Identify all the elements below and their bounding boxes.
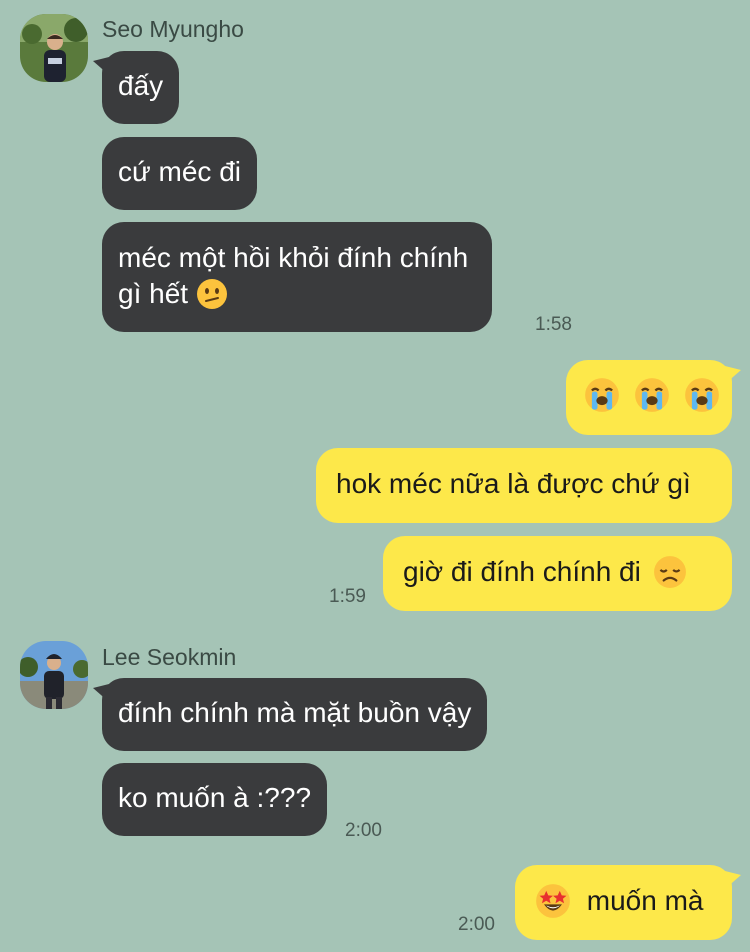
timestamp: 1:58	[535, 314, 572, 335]
message-text: giờ đi đính chính đi	[403, 556, 641, 587]
message-bubble[interactable]: hok méc nữa là được chứ gì	[316, 448, 732, 523]
message-text: méc một hồi khỏi đính chính	[118, 242, 469, 273]
timestamp: 2:00	[345, 820, 382, 841]
message-text: muốn mà	[586, 885, 704, 916]
message-text: hok méc nữa là được chứ gì	[336, 468, 691, 499]
avatar-lee-seokmin[interactable]	[20, 641, 88, 709]
message-bubble[interactable]: cứ méc đi	[102, 137, 257, 210]
loudly-crying-face-icon	[684, 377, 720, 413]
message-text: ko muốn à :???	[118, 782, 312, 813]
message-bubble[interactable]: đính chính mà mặt buồn vậy	[92, 678, 488, 751]
message-bubble[interactable]: muốn mà	[515, 865, 741, 940]
sender-name: Seo Myungho	[102, 16, 244, 42]
message-bubble[interactable]: ko muốn à :???	[102, 763, 328, 836]
message-bubble[interactable]: đấy	[92, 51, 180, 124]
message-bubble[interactable]: giờ đi đính chính đi	[383, 536, 732, 611]
message-text: đính chính mà mặt buồn vậy	[118, 697, 472, 728]
message-text: đấy	[118, 70, 164, 101]
loudly-crying-face-icon	[634, 377, 670, 413]
message-text: gì hết	[118, 278, 189, 309]
message-text: cứ méc đi	[118, 156, 241, 187]
star-struck-face-icon	[535, 883, 571, 919]
timestamp: 1:59	[329, 586, 366, 607]
loudly-crying-face-icon	[584, 377, 620, 413]
timestamp: 2:00	[458, 914, 495, 935]
confused-face-icon	[196, 278, 228, 310]
sender-name: Lee Seokmin	[102, 644, 237, 670]
disappointed-face-icon	[653, 555, 687, 589]
message-bubble[interactable]: méc một hồi khỏi đính chính gì hết	[102, 222, 493, 332]
avatar-seo-myungho[interactable]	[20, 14, 88, 82]
message-bubble[interactable]	[566, 360, 741, 435]
